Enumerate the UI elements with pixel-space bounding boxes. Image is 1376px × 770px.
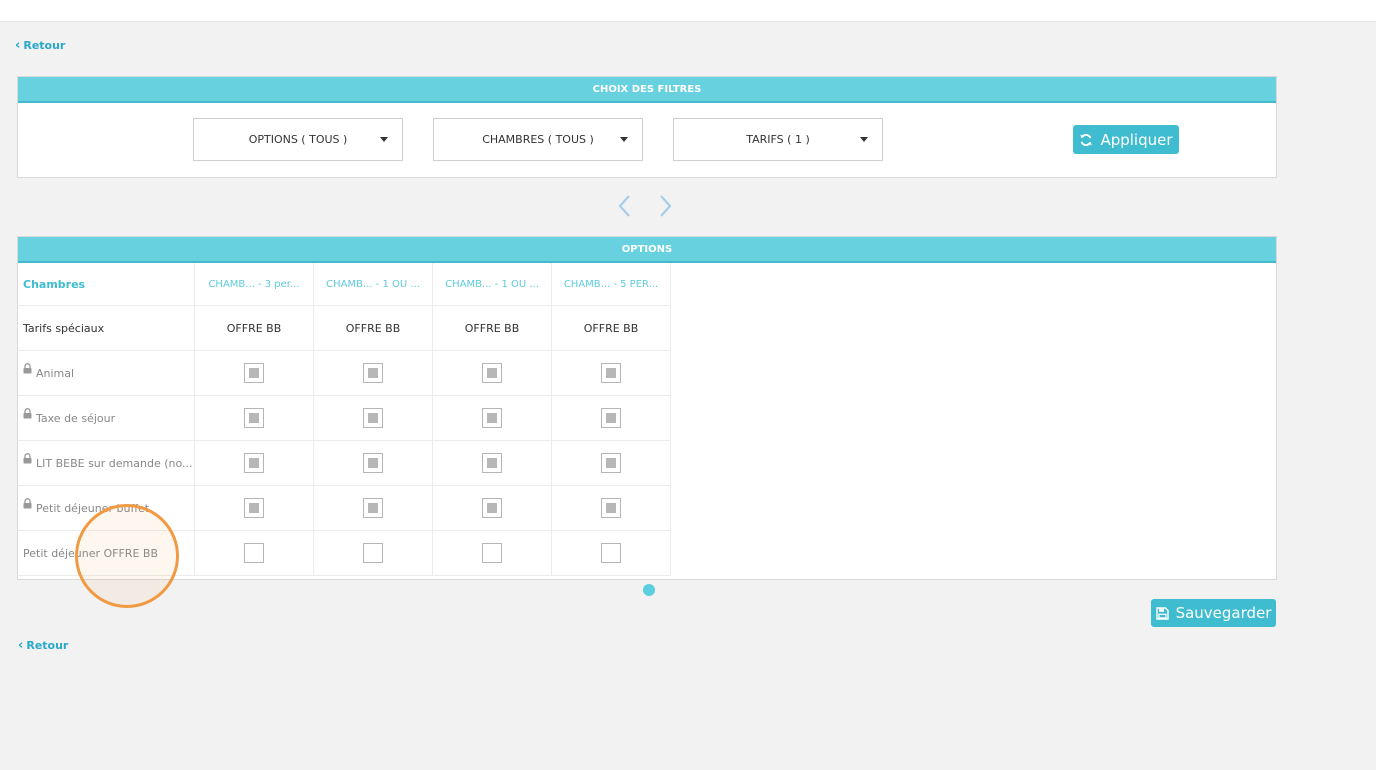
back-link-top[interactable]: ‹ Retour: [15, 39, 65, 52]
option-row-petit-dejeuner-buffet: Petit déjeuner buffet: [18, 486, 671, 531]
checkbox-mark: [487, 368, 497, 378]
top-bar: [0, 0, 1376, 22]
filters-panel: CHOIX DES FILTRES OPTIONS ( TOUS ) CHAMB…: [17, 76, 1277, 178]
back-link-bottom[interactable]: ‹ Retour: [18, 639, 68, 652]
option-checkbox[interactable]: [363, 363, 383, 383]
option-checkbox[interactable]: [363, 453, 383, 473]
option-row-lit-bebe: LIT BEBE sur demande (no...: [18, 441, 671, 486]
tarifs-filter-dropdown[interactable]: TARIFS ( 1 ): [673, 118, 883, 161]
tarif-value: OFFRE BB: [433, 306, 552, 350]
chevron-left-icon: ‹: [18, 638, 24, 653]
room-column-header[interactable]: CHAMB... - 1 OU ...: [433, 263, 552, 305]
options-header: OPTIONS: [18, 237, 1276, 263]
option-checkbox[interactable]: [482, 498, 502, 518]
checkbox-mark: [487, 503, 497, 513]
checkbox-mark: [249, 368, 259, 378]
option-checkbox[interactable]: [363, 498, 383, 518]
lock-icon: [23, 407, 32, 418]
checkbox-mark: [368, 458, 378, 468]
option-label-cell: Taxe de séjour: [18, 396, 195, 440]
room-column-header[interactable]: CHAMB... - 5 PER...: [552, 263, 671, 305]
tarif-value: OFFRE BB: [552, 306, 671, 350]
option-label-cell: LIT BEBE sur demande (no...: [18, 441, 195, 485]
options-grid: Chambres CHAMB... - 3 per... CHAMB... - …: [18, 263, 671, 576]
option-row-animal: Animal: [18, 351, 671, 396]
apply-button[interactable]: Appliquer: [1073, 125, 1179, 154]
option-checkbox[interactable]: [601, 363, 621, 383]
caret-down-icon: [620, 137, 628, 142]
option-label-cell: Animal: [18, 351, 195, 395]
option-row-petit-dejeuner-offre-bb: Petit déjeuner OFFRE BB: [18, 531, 671, 576]
checkbox-mark: [368, 413, 378, 423]
option-label-cell: Petit déjeuner OFFRE BB: [18, 531, 195, 575]
lock-icon: [23, 362, 32, 373]
tarif-value: OFFRE BB: [195, 306, 314, 350]
checkbox-mark: [249, 503, 259, 513]
tarifs-filter-label: TARIFS ( 1 ): [746, 133, 810, 146]
caret-down-icon: [380, 137, 388, 142]
option-label: Taxe de séjour: [36, 411, 116, 425]
option-checkbox[interactable]: [244, 408, 264, 428]
option-checkbox[interactable]: [601, 453, 621, 473]
tarif-value: OFFRE BB: [314, 306, 433, 350]
option-checkbox[interactable]: [363, 543, 383, 563]
option-label: Animal: [36, 366, 75, 380]
option-checkbox[interactable]: [482, 543, 502, 563]
room-column-header[interactable]: CHAMB... - 3 per...: [195, 263, 314, 305]
option-checkbox[interactable]: [482, 453, 502, 473]
checkbox-mark: [249, 413, 259, 423]
checkbox-mark: [368, 368, 378, 378]
option-checkbox[interactable]: [601, 498, 621, 518]
filters-header: CHOIX DES FILTRES: [18, 77, 1276, 103]
option-checkbox[interactable]: [601, 543, 621, 563]
option-checkbox[interactable]: [601, 408, 621, 428]
option-checkbox[interactable]: [244, 363, 264, 383]
checkbox-mark: [487, 458, 497, 468]
checkbox-mark: [368, 503, 378, 513]
option-checkbox[interactable]: [363, 408, 383, 428]
options-filter-label: OPTIONS ( TOUS ): [248, 133, 348, 146]
option-checkbox[interactable]: [244, 453, 264, 473]
checkbox-mark: [606, 413, 616, 423]
option-row-taxe: Taxe de séjour: [18, 396, 671, 441]
chambres-column-header: Chambres: [18, 263, 195, 305]
back-link-label: Retour: [26, 639, 69, 652]
save-button-label: Sauvegarder: [1175, 604, 1272, 622]
room-column-header[interactable]: CHAMB... - 1 OU ...: [314, 263, 433, 305]
checkbox-mark: [606, 368, 616, 378]
option-label: LIT BEBE sur demande (no...: [36, 456, 193, 470]
tarifs-row: Tarifs spéciaux OFFRE BB OFFRE BB OFFRE …: [18, 306, 671, 351]
options-panel: OPTIONS Chambres CHAMB... - 3 per... CHA…: [17, 236, 1277, 580]
options-filter-dropdown[interactable]: OPTIONS ( TOUS ): [193, 118, 403, 161]
chambres-filter-dropdown[interactable]: CHAMBRES ( TOUS ): [433, 118, 643, 161]
next-arrow-icon[interactable]: [655, 192, 677, 220]
option-checkbox[interactable]: [482, 363, 502, 383]
option-label: Petit déjeuner buffet: [36, 501, 150, 515]
option-checkbox[interactable]: [244, 498, 264, 518]
save-button[interactable]: Sauvegarder: [1151, 599, 1276, 627]
chevron-left-icon: ‹: [15, 38, 21, 53]
option-label-cell: Petit déjeuner buffet: [18, 486, 195, 530]
refresh-icon: [1080, 133, 1093, 146]
checkbox-mark: [606, 458, 616, 468]
option-label: Petit déjeuner OFFRE BB: [23, 546, 158, 560]
floppy-disk-icon: [1155, 606, 1169, 620]
checkbox-mark: [487, 413, 497, 423]
chambres-filter-label: CHAMBRES ( TOUS ): [482, 133, 594, 146]
checkbox-mark: [606, 503, 616, 513]
rooms-header-row: Chambres CHAMB... - 3 per... CHAMB... - …: [18, 263, 671, 306]
previous-arrow-icon[interactable]: [613, 192, 635, 220]
checkbox-mark: [249, 458, 259, 468]
back-link-label: Retour: [23, 39, 66, 52]
caret-down-icon: [860, 137, 868, 142]
lock-icon: [23, 497, 32, 508]
apply-button-label: Appliquer: [1100, 130, 1173, 149]
pagination-dot[interactable]: [643, 584, 655, 596]
lock-icon: [23, 452, 32, 463]
option-checkbox[interactable]: [244, 543, 264, 563]
option-checkbox[interactable]: [482, 408, 502, 428]
tarifs-row-label: Tarifs spéciaux: [18, 306, 195, 350]
